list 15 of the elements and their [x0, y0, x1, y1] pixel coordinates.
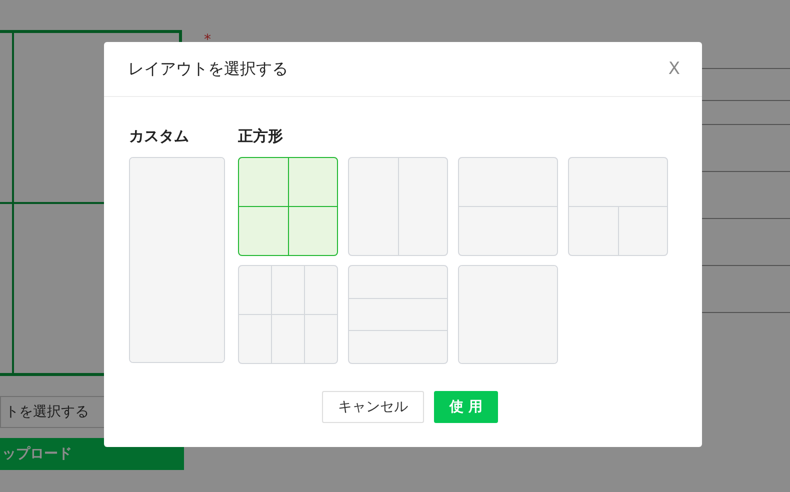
layout-option[interactable]	[568, 157, 668, 256]
required-mark: *	[204, 32, 211, 48]
layout-option[interactable]	[458, 157, 558, 256]
section-label: 正方形	[238, 127, 284, 147]
layout-option[interactable]	[348, 157, 448, 256]
section-label: カスタム	[129, 127, 190, 147]
cancel-button[interactable]: キャンセル	[322, 391, 424, 423]
dialog-title: レイアウトを選択する	[128, 58, 288, 80]
layout-option[interactable]	[348, 265, 448, 364]
close-button[interactable]: X	[666, 59, 682, 79]
layout-option[interactable]	[238, 265, 338, 364]
layout-option[interactable]	[129, 157, 225, 363]
layout-option[interactable]	[238, 157, 338, 256]
layout-option[interactable]	[458, 265, 558, 364]
use-button[interactable]: 使 用	[434, 391, 498, 423]
